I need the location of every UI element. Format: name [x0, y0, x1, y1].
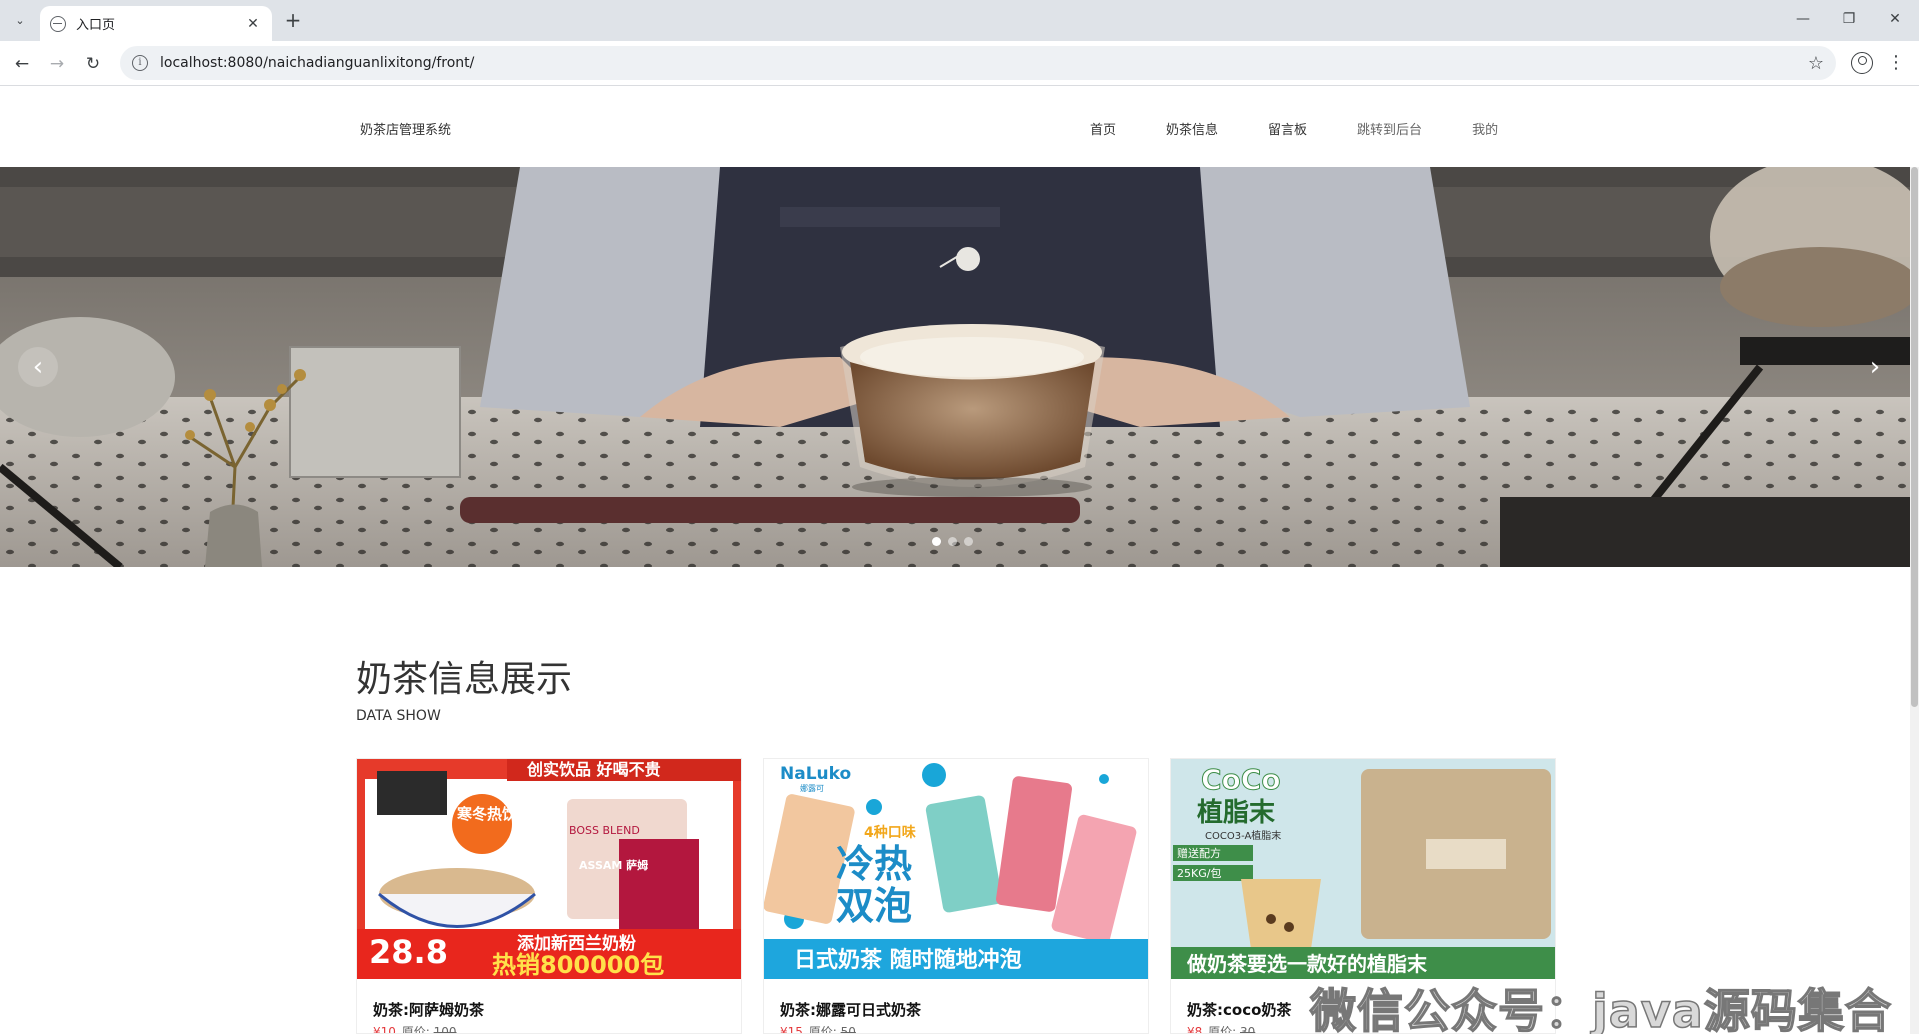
product-name[interactable]: 奶茶:阿萨姆奶茶: [373, 999, 484, 1020]
product-price: ¥15 原价: 50: [780, 1023, 856, 1034]
image-line2: 双泡: [836, 884, 912, 928]
window-close-icon[interactable]: ✕: [1872, 6, 1918, 32]
carousel-dot[interactable]: [948, 537, 957, 546]
restore-icon[interactable]: ❐: [1826, 6, 1872, 32]
original-price: 100: [433, 1025, 457, 1034]
product-name[interactable]: 奶茶:coco奶茶: [1187, 999, 1291, 1020]
watermark: 微信公众号：java源码集合: [1309, 983, 1892, 1034]
scrollbar-thumb[interactable]: [1911, 167, 1918, 707]
current-price: ¥15: [780, 1025, 803, 1034]
tab-title: 入口页: [76, 18, 116, 33]
original-price-label: 原价:: [808, 1025, 837, 1034]
image-brand: BOSS BLEND: [569, 824, 640, 837]
promo-price: 28.8: [369, 933, 448, 971]
barista-latte-photo: [0, 167, 1913, 567]
kebab-menu-icon[interactable]: ⋮: [1886, 50, 1906, 76]
carousel-next-chevron-icon[interactable]: ›: [1855, 347, 1895, 387]
nav-mine[interactable]: 我的: [1472, 119, 1498, 138]
tab-search-chevron-icon[interactable]: ⌄: [8, 8, 32, 32]
profile-icon[interactable]: [1851, 52, 1873, 74]
carousel-indicators: [932, 537, 980, 546]
image-title: 植脂末: [1197, 798, 1276, 828]
product-card[interactable]: 创实饮品 好喝不贵 寒冬热饮 BOSS BLEND ASSAM 萨姆 活动价: …: [356, 758, 742, 1034]
image-brand: NaLuko: [780, 764, 851, 784]
globe-icon: [50, 15, 66, 32]
product-price: ¥10 原价: 100: [373, 1023, 457, 1034]
banner-carousel[interactable]: ‹ ›: [0, 167, 1913, 567]
image-flavor: 4种口味: [864, 824, 916, 841]
image-product: ASSAM 萨姆: [579, 858, 648, 872]
current-price: ¥10: [373, 1025, 396, 1034]
product-card[interactable]: NaLuko 娜露可 4种口味 冷热 双泡 日式奶茶 随时随地冲泡 奶茶:娜露可…: [763, 758, 1149, 1034]
carousel-dot[interactable]: [964, 537, 973, 546]
browser-toolbar: ← → ↻ i localhost:8080/naichadianguanlix…: [0, 41, 1919, 86]
product-image-assam: 创实饮品 好喝不贵 寒冬热饮 BOSS BLEND ASSAM 萨姆 活动价: …: [357, 759, 741, 979]
original-price-label: 原价:: [1208, 1025, 1237, 1034]
product-name[interactable]: 奶茶:娜露可日式奶茶: [780, 999, 921, 1020]
original-price: 30: [1239, 1025, 1256, 1034]
bookmark-star-icon[interactable]: ☆: [1796, 53, 1836, 74]
address-bar[interactable]: i localhost:8080/naichadianguanlixitong/…: [120, 46, 1836, 80]
site-info-icon[interactable]: i: [132, 55, 148, 71]
site-header: 奶茶店管理系统 首页 奶茶信息 留言板 跳转到后台 我的: [0, 87, 1919, 167]
image-brand: CoCo: [1201, 763, 1281, 796]
image-line1: 冷热: [836, 842, 912, 886]
close-tab-icon[interactable]: ✕: [244, 16, 262, 32]
nav-admin[interactable]: 跳转到后台: [1357, 119, 1422, 138]
site-title[interactable]: 奶茶店管理系统: [360, 119, 451, 138]
image-brand-sub: 娜露可: [800, 783, 824, 793]
original-price-label: 原价:: [401, 1025, 430, 1034]
image-caption: 做奶茶要选一款好的植脂末: [1186, 952, 1428, 976]
section-title: 奶茶信息展示: [356, 659, 573, 700]
forward-arrow-icon[interactable]: →: [42, 49, 72, 79]
nav-home[interactable]: 首页: [1090, 119, 1116, 138]
minimize-icon[interactable]: —: [1780, 6, 1826, 32]
browser-tab[interactable]: 入口页 ✕: [40, 6, 272, 41]
product-image-naluko: NaLuko 娜露可 4种口味 冷热 双泡 日式奶茶 随时随地冲泡: [764, 759, 1148, 979]
url-text[interactable]: localhost:8080/naichadianguanlixitong/fr…: [160, 55, 1796, 71]
original-price: 50: [840, 1025, 856, 1034]
image-sub: COCO3-A植脂末: [1205, 829, 1281, 842]
image-tag1: 赠送配方: [1177, 846, 1221, 860]
new-tab-plus-icon[interactable]: +: [280, 8, 306, 34]
carousel-dot[interactable]: [932, 537, 941, 546]
nav-milk-tea-info[interactable]: 奶茶信息: [1166, 119, 1218, 138]
nav-message-board[interactable]: 留言板: [1268, 119, 1307, 138]
image-badge: 寒冬热饮: [457, 805, 518, 823]
main-nav: 首页 奶茶信息 留言板 跳转到后台 我的: [1090, 119, 1548, 138]
tab-strip: ⌄ 入口页 ✕ + — ❐ ✕: [0, 0, 1919, 41]
image-line2: 热销800000包: [492, 951, 664, 979]
section-subtitle: DATA SHOW: [356, 708, 441, 724]
image-caption: 创实饮品 好喝不贵: [526, 760, 661, 779]
back-arrow-icon[interactable]: ←: [7, 49, 37, 79]
current-price: ¥8: [1187, 1025, 1203, 1034]
carousel-prev-chevron-icon[interactable]: ‹: [18, 347, 58, 387]
product-price: ¥8 原价: 30: [1187, 1023, 1256, 1034]
reload-icon[interactable]: ↻: [78, 49, 108, 79]
image-tag2: 25KG/包: [1177, 867, 1221, 880]
image-caption: 日式奶茶 随时随地冲泡: [794, 947, 1022, 973]
promo-label: 活动价:: [369, 916, 399, 928]
product-image-coco: CoCo 植脂末 COCO3-A植脂末 赠送配方 25KG/包 做奶茶要选一款好…: [1171, 759, 1555, 979]
page-scrollbar[interactable]: [1910, 167, 1919, 1034]
